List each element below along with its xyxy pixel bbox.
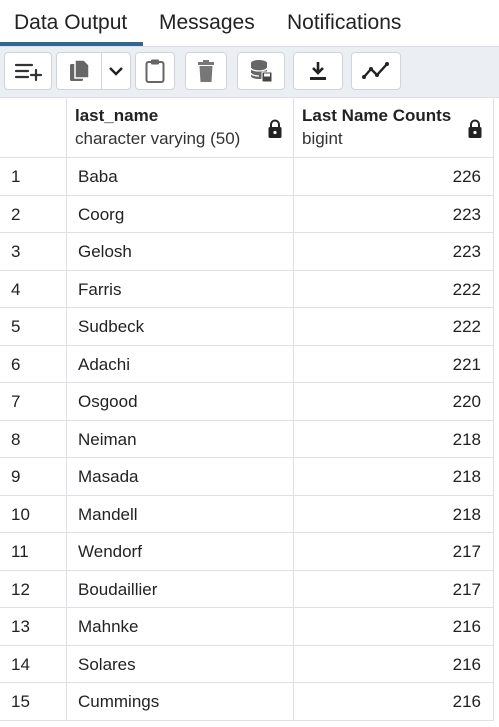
column-header-last-name[interactable]: last_name character varying (50) [67,98,294,158]
table-row[interactable]: 4 Farris 222 [0,270,499,308]
paste-icon [144,58,166,84]
cell-last-name[interactable]: Wendorf [67,533,294,571]
row-number-header[interactable] [0,98,67,158]
tab-notifications[interactable]: Notifications [287,0,401,46]
cell-count[interactable]: 220 [294,383,494,421]
delete-button[interactable] [185,52,227,90]
row-number[interactable]: 4 [0,270,67,308]
column-name: Last Name Counts [302,106,452,125]
cell-last-name[interactable]: Coorg [67,195,294,233]
tab-messages[interactable]: Messages [159,0,255,46]
cell-last-name[interactable]: Adachi [67,345,294,383]
cell-count[interactable]: 216 [294,608,494,646]
table-row[interactable]: 5 Sudbeck 222 [0,308,499,346]
cell-count[interactable]: 223 [294,233,494,271]
row-number[interactable]: 6 [0,345,67,383]
column-type: bigint [302,129,343,148]
cell-count[interactable]: 226 [294,158,494,196]
cell-count[interactable]: 218 [294,495,494,533]
graph-visualiser-button[interactable] [351,52,401,90]
copy-button[interactable] [56,52,102,90]
row-number[interactable]: 13 [0,608,67,646]
cell-count[interactable]: 216 [294,645,494,683]
row-number[interactable]: 3 [0,233,67,271]
cell-count[interactable]: 221 [294,345,494,383]
table-row[interactable]: 12 Boudaillier 217 [0,570,499,608]
cell-count[interactable]: 218 [294,458,494,496]
row-number[interactable]: 12 [0,570,67,608]
column-name: last_name [75,106,159,125]
cell-last-name[interactable]: Sudbeck [67,308,294,346]
active-tab-indicator [0,42,143,46]
column-type: character varying (50) [75,129,241,148]
download-icon [307,60,329,82]
result-tabs: Data Output Messages Notifications [0,0,499,47]
copy-options-dropdown[interactable] [101,52,131,90]
cell-last-name[interactable]: Baba [67,158,294,196]
row-number[interactable]: 7 [0,383,67,421]
cell-count[interactable]: 222 [294,308,494,346]
cell-count[interactable]: 216 [294,683,494,721]
row-number[interactable]: 9 [0,458,67,496]
copy-icon [67,58,91,84]
row-number[interactable]: 8 [0,420,67,458]
cell-last-name[interactable]: Solares [67,645,294,683]
table-row[interactable]: 3 Gelosh 223 [0,233,499,271]
row-number[interactable]: 14 [0,645,67,683]
table-row[interactable]: 14 Solares 216 [0,645,499,683]
download-button[interactable] [293,52,343,90]
cell-last-name[interactable]: Cummings [67,683,294,721]
table-row[interactable]: 11 Wendorf 217 [0,533,499,571]
cell-count[interactable]: 222 [294,270,494,308]
lock-icon [467,119,483,144]
chevron-down-icon [108,65,124,77]
cell-last-name[interactable]: Farris [67,270,294,308]
paste-button[interactable] [135,52,175,90]
table-row[interactable]: 15 Cummings 216 [0,683,499,721]
table-row[interactable]: 7 Osgood 220 [0,383,499,421]
data-toolbar [0,47,499,98]
row-number[interactable]: 2 [0,195,67,233]
graph-icon [362,62,390,80]
cell-last-name[interactable]: Gelosh [67,233,294,271]
cell-last-name[interactable]: Mahnke [67,608,294,646]
row-number[interactable]: 5 [0,308,67,346]
cell-last-name[interactable]: Masada [67,458,294,496]
table-row[interactable]: 8 Neiman 218 [0,420,499,458]
cell-last-name[interactable]: Boudaillier [67,570,294,608]
save-data-icon [248,58,274,84]
add-row-button[interactable] [4,52,52,90]
tab-data-output[interactable]: Data Output [14,0,127,46]
delete-icon [196,59,216,83]
cell-last-name[interactable]: Osgood [67,383,294,421]
table-row[interactable]: 10 Mandell 218 [0,495,499,533]
row-number[interactable]: 1 [0,158,67,196]
table-row[interactable]: 2 Coorg 223 [0,195,499,233]
cell-count[interactable]: 218 [294,420,494,458]
table-row[interactable]: 1 Baba 226 [0,158,499,196]
row-number[interactable]: 15 [0,683,67,721]
row-number[interactable]: 10 [0,495,67,533]
column-header-last-name-counts[interactable]: Last Name Counts bigint [294,98,494,158]
cell-last-name[interactable]: Neiman [67,420,294,458]
cell-count[interactable]: 217 [294,570,494,608]
table-row[interactable]: 6 Adachi 221 [0,345,499,383]
add-row-icon [13,59,43,83]
cell-count[interactable]: 217 [294,533,494,571]
cell-last-name[interactable]: Mandell [67,495,294,533]
row-number[interactable]: 11 [0,533,67,571]
lock-icon [267,119,283,144]
table-row[interactable]: 13 Mahnke 216 [0,608,499,646]
cell-count[interactable]: 223 [294,195,494,233]
save-data-button[interactable] [237,52,285,90]
table-row[interactable]: 9 Masada 218 [0,458,499,496]
